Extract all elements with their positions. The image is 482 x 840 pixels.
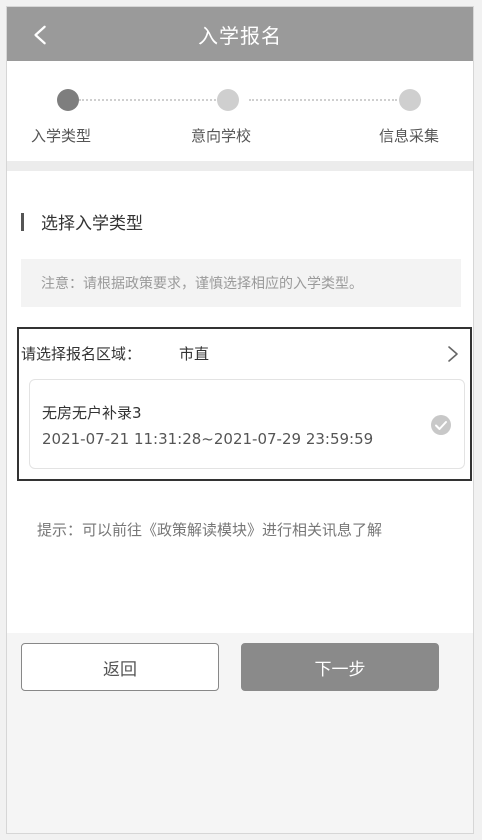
option-name: 无房无户补录3 [42,404,142,422]
step-connector [249,99,397,101]
enrollment-type-card: 请选择报名区域： 市直 无房无户补录3 2021-07-21 11:31:28~… [17,327,472,481]
hint-text: 提示：可以前往《政策解读模块》进行相关讯息了解 [37,521,383,539]
step-1-label: 入学类型 [31,127,92,145]
chevron-right-icon [448,346,458,362]
step-3-dot [399,89,421,111]
app-frame: 入学报名 入学类型 意向学校 信息采集 选择入学类型 注意：请根据政策要求，谨慎… [6,6,474,834]
region-label: 请选择报名区域： [21,345,142,363]
step-1-dot [57,89,79,111]
check-circle-icon [431,415,451,435]
region-selector[interactable]: 请选择报名区域： 市直 [19,329,470,379]
app-header: 入学报名 [7,7,473,61]
back-step-button[interactable]: 返回 [21,643,219,691]
step-connector [79,99,227,101]
page-title: 入学报名 [198,23,282,48]
step-2-label: 意向学校 [191,127,252,145]
step-2-dot [217,89,239,111]
section-divider [7,161,473,171]
section-marker [21,213,24,231]
option-time-range: 2021-07-21 11:31:28~2021-07-29 23:59:59 [42,430,374,448]
section-title: 选择入学类型 [41,214,143,234]
enrollment-type-option[interactable]: 无房无户补录3 2021-07-21 11:31:28~2021-07-29 2… [29,379,465,469]
next-step-button[interactable]: 下一步 [241,643,439,691]
step-3-label: 信息采集 [379,127,440,145]
step-progress: 入学类型 意向学校 信息采集 [7,61,473,161]
region-value: 市直 [179,345,210,363]
notice-banner: 注意：请根据政策要求，谨慎选择相应的入学类型。 [21,259,461,307]
